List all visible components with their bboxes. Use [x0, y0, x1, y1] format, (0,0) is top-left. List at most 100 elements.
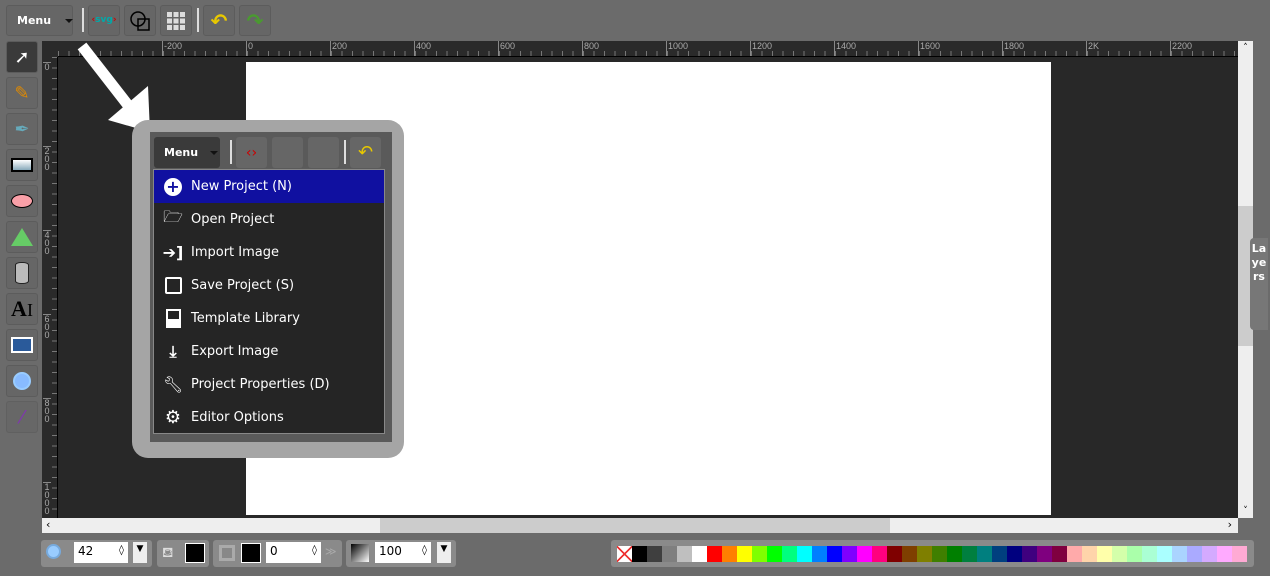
scroll-down-icon[interactable]: ˅	[1238, 506, 1253, 516]
palette-swatch[interactable]	[1052, 545, 1067, 562]
palette-swatch[interactable]	[1142, 545, 1157, 562]
palette-swatch[interactable]	[932, 545, 947, 562]
palette-swatch[interactable]	[812, 545, 827, 562]
spinner-icon[interactable]: ◊	[119, 545, 124, 556]
palette-swatch[interactable]	[827, 545, 842, 562]
menu-item-new-project[interactable]: + New Project (N)	[154, 170, 384, 203]
palette-swatch[interactable]	[1097, 545, 1112, 562]
ruler-label: 1800	[1002, 41, 1024, 56]
ruler-label: 2K	[1086, 41, 1099, 56]
palette-swatch[interactable]	[857, 545, 872, 562]
stroke-color-swatch[interactable]	[241, 543, 261, 563]
palette-swatch[interactable]	[1172, 545, 1187, 562]
eyedropper-tool[interactable]: ⁄	[6, 401, 38, 433]
text-tool[interactable]: AI	[6, 293, 38, 325]
more-options-icon[interactable]: ≫	[325, 545, 337, 558]
horizontal-ruler: -200 0 200 400 600 800 1000 1200 1400 1600 1800 2K 2…	[58, 41, 1238, 57]
menu-button[interactable]: Menu	[6, 5, 74, 36]
scroll-left-icon[interactable]: ‹	[46, 518, 50, 531]
opacity-input[interactable]: 100 ◊	[375, 542, 431, 563]
palette-swatch[interactable]	[662, 545, 677, 562]
palette-swatch[interactable]	[1067, 545, 1082, 562]
palette-swatch[interactable]	[1127, 545, 1142, 562]
palette-swatch[interactable]	[797, 545, 812, 562]
menu-item-template-library[interactable]: Template Library	[154, 302, 384, 335]
palette-swatch[interactable]	[1232, 545, 1247, 562]
rectangle-tool[interactable]	[6, 149, 38, 181]
scroll-right-icon[interactable]: ›	[1228, 518, 1232, 531]
layers-tab[interactable]: Layers	[1250, 238, 1268, 330]
fill-color-swatch[interactable]	[185, 543, 205, 563]
palette-swatch[interactable]	[737, 545, 752, 562]
palette-swatch[interactable]	[992, 545, 1007, 562]
menu-item-save-project[interactable]: Save Project (S)	[154, 269, 384, 302]
palette-swatch[interactable]	[1037, 545, 1052, 562]
palette-swatch[interactable]	[842, 545, 857, 562]
menu-item-project-properties[interactable]: 🔧︎ Project Properties (D)	[154, 368, 384, 401]
palette-swatch[interactable]	[782, 545, 797, 562]
spinner-icon[interactable]: ◊	[312, 545, 317, 556]
palette-swatch[interactable]	[1187, 545, 1202, 562]
zoom-input[interactable]: 42 ◊	[74, 542, 128, 563]
palette-swatch[interactable]	[752, 545, 767, 562]
palette-swatch[interactable]	[902, 545, 917, 562]
zoom-dropdown-button[interactable]: ▼	[133, 542, 147, 563]
image-tool[interactable]	[6, 329, 38, 361]
scroll-up-icon[interactable]: ˄	[1238, 43, 1253, 53]
grid-button[interactable]	[160, 5, 192, 36]
palette-swatch[interactable]	[1022, 545, 1037, 562]
zoom-icon	[46, 544, 61, 559]
undo-button[interactable]: ↶	[203, 5, 235, 36]
spinner-icon[interactable]: ◊	[422, 545, 427, 556]
palette-swatch[interactable]	[1217, 545, 1232, 562]
stroke-width-input[interactable]: 0 ◊	[266, 542, 321, 563]
wireframe-button[interactable]	[124, 5, 156, 36]
palette-swatch[interactable]	[962, 545, 977, 562]
palette-swatch[interactable]	[692, 545, 707, 562]
path-tool[interactable]: ✒	[6, 113, 38, 145]
palette-swatch[interactable]	[1202, 545, 1217, 562]
menu-button-open[interactable]: Menu	[154, 137, 220, 168]
palette-swatch[interactable]	[677, 545, 692, 562]
palette-swatch[interactable]	[632, 545, 647, 562]
horizontal-scrollbar[interactable]: ‹ ›	[42, 518, 1238, 533]
menu-item-export-image[interactable]: ⤓ Export Image	[154, 335, 384, 368]
grid-icon	[308, 137, 339, 168]
palette-swatch[interactable]	[767, 545, 782, 562]
database-tool[interactable]	[6, 257, 38, 289]
menu-callout: Menu ‹› ↶ + New Project (N) 🗁 Open Project…	[132, 120, 404, 458]
main-menu-dropdown: + New Project (N) 🗁 Open Project ➔] Import …	[153, 169, 385, 434]
ruler-label: 600	[43, 314, 51, 340]
palette-swatch[interactable]	[917, 545, 932, 562]
redo-button[interactable]: ↷	[239, 5, 271, 36]
ruler-label: 800	[582, 41, 599, 56]
palette-swatch[interactable]	[722, 545, 737, 562]
menu-item-import-image[interactable]: ➔] Import Image	[154, 236, 384, 269]
svg-icon: ‹svg›	[91, 15, 117, 25]
palette-swatch[interactable]	[947, 545, 962, 562]
horizontal-scroll-thumb[interactable]	[380, 518, 890, 533]
palette-swatch[interactable]	[1082, 545, 1097, 562]
pencil-tool[interactable]: ✎	[6, 77, 38, 109]
shape-library-tool[interactable]	[6, 221, 38, 253]
stroke-width-value: 0	[270, 544, 278, 558]
ellipse-tool[interactable]	[6, 185, 38, 217]
palette-swatch[interactable]	[707, 545, 722, 562]
palette-swatch-none[interactable]	[617, 545, 632, 562]
plus-circle-icon: +	[163, 177, 183, 197]
palette-swatch[interactable]	[872, 545, 887, 562]
palette-swatch[interactable]	[1112, 545, 1127, 562]
rectangle-icon	[11, 158, 33, 172]
palette-swatch[interactable]	[1007, 545, 1022, 562]
palette-swatch[interactable]	[647, 545, 662, 562]
menu-item-editor-options[interactable]: ⚙ Editor Options	[154, 401, 384, 434]
select-tool[interactable]: ➚	[6, 41, 38, 73]
pen-icon: ✒	[14, 118, 30, 140]
palette-swatch[interactable]	[1157, 545, 1172, 562]
zoom-tool[interactable]	[6, 365, 38, 397]
palette-swatch[interactable]	[887, 545, 902, 562]
menu-item-open-project[interactable]: 🗁 Open Project	[154, 203, 384, 236]
opacity-dropdown-button[interactable]: ▼	[437, 542, 451, 563]
svg-source-button[interactable]: ‹svg›	[88, 5, 120, 36]
palette-swatch[interactable]	[977, 545, 992, 562]
